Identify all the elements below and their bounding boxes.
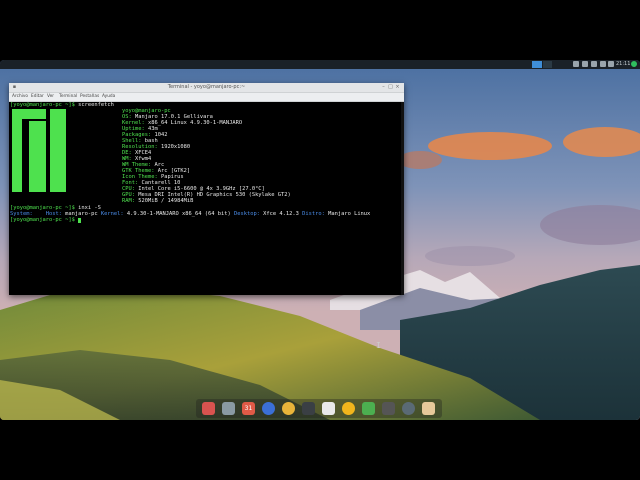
play-icon[interactable] xyxy=(362,402,375,415)
battery-icon[interactable] xyxy=(600,61,606,67)
info-value: x86_64 Linux 4.9.30-1-MANJARO xyxy=(144,120,243,126)
calendar-icon[interactable]: 31 xyxy=(242,402,255,415)
workspace-1[interactable] xyxy=(532,61,542,68)
network-icon[interactable] xyxy=(582,61,588,67)
terminal-output[interactable]: [yoyo@manjaro-pc ~]$ screenfetch yoyo@ma… xyxy=(9,102,404,295)
menu-ver[interactable]: Ver xyxy=(47,93,54,101)
text-editor-icon[interactable] xyxy=(322,402,335,415)
dock: 31 xyxy=(196,399,442,418)
terminal-icon[interactable] xyxy=(302,402,315,415)
firefox-icon[interactable] xyxy=(262,402,275,415)
chrome-icon[interactable] xyxy=(282,402,295,415)
status-indicator-icon[interactable] xyxy=(631,61,637,67)
download-icon[interactable] xyxy=(422,402,435,415)
menu-pestanas[interactable]: Pestañas xyxy=(80,93,99,101)
info-line: RAM: 520MiB / 14984MiB xyxy=(122,198,193,204)
terminal-menubar: Archivo Editar Ver Terminal Pestañas Ayu… xyxy=(9,93,404,102)
close-icon[interactable]: × xyxy=(395,85,400,90)
info-key: RAM: xyxy=(122,198,135,204)
bluetooth-icon[interactable] xyxy=(573,61,579,67)
web-browser-icon[interactable] xyxy=(402,402,415,415)
file-manager-icon[interactable] xyxy=(222,402,235,415)
maximize-icon[interactable]: □ xyxy=(388,85,393,90)
menu-editar[interactable]: Editar xyxy=(31,93,44,101)
window-title: Terminal - yoyo@manjaro-pc:~ xyxy=(167,84,246,90)
app-grid-icon[interactable] xyxy=(202,402,215,415)
mouse-ibeam-cursor: I xyxy=(376,341,381,350)
terminal-titlebar[interactable]: ▪ Terminal - yoyo@manjaro-pc:~ – □ × xyxy=(9,83,404,93)
desktop: 21:11 ▪ Terminal - yoyo@manjaro-pc:~ – □… xyxy=(0,60,640,420)
info-value: 1920x1080 xyxy=(157,144,191,150)
prompt-line-1: [yoyo@manjaro-pc ~]$ screenfetch xyxy=(10,102,114,108)
info-value: 520MiB / 14984MiB xyxy=(134,198,194,204)
panel-clock[interactable]: 21:11 xyxy=(616,60,630,69)
menu-terminal[interactable]: Terminal xyxy=(59,93,77,101)
workspace-switcher[interactable] xyxy=(532,61,552,68)
media-player-icon[interactable] xyxy=(342,402,355,415)
text-cursor xyxy=(78,218,81,223)
terminal-scrollbar[interactable] xyxy=(401,102,404,295)
notes-icon[interactable] xyxy=(608,61,614,67)
top-panel: 21:11 xyxy=(0,60,640,69)
terminal-window[interactable]: ▪ Terminal - yoyo@manjaro-pc:~ – □ × Arc… xyxy=(9,83,404,295)
minimize-icon[interactable]: – xyxy=(381,85,386,90)
prompt-line-3: [yoyo@manjaro-pc ~]$ xyxy=(10,217,75,223)
volume-icon[interactable] xyxy=(591,61,597,67)
workspace-2[interactable] xyxy=(542,61,552,68)
inkscape-icon[interactable] xyxy=(382,402,395,415)
menu-archivo[interactable]: Archivo xyxy=(12,93,28,101)
menu-ayuda[interactable]: Ayuda xyxy=(102,93,115,101)
